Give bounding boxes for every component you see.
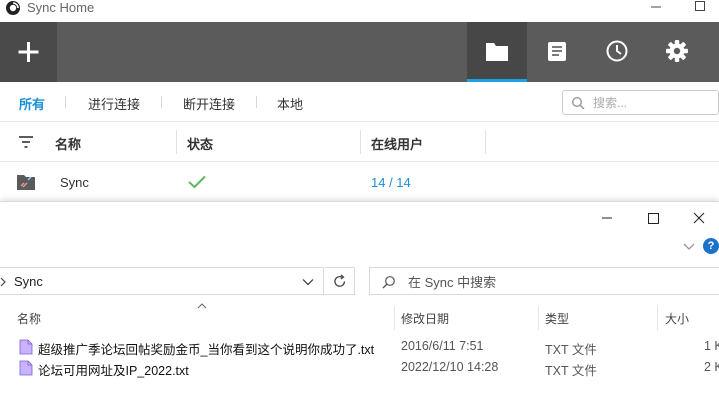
gear-icon — [666, 40, 688, 62]
column-divider[interactable] — [538, 306, 539, 330]
file-row[interactable]: 论坛可用网址及IP_2022.txt 2022/12/10 14:28 TXT … — [0, 358, 719, 378]
sync-titlebar: Sync Home — [0, 0, 719, 22]
sync-search-box[interactable] — [562, 90, 719, 115]
column-name[interactable]: 名称 — [55, 134, 81, 153]
tab-settings[interactable] — [647, 22, 707, 82]
table-row[interactable]: Sync 14 / 14 — [0, 163, 719, 201]
file-size: 1 K — [704, 339, 719, 353]
explorer-search-input[interactable] — [408, 273, 708, 291]
file-row[interactable]: 超级推广季论坛回帖奖励金币_当你看到这个说明你成功了.txt 2016/6/11… — [0, 337, 719, 357]
minimize-button[interactable] — [584, 202, 630, 233]
chevron-right-icon — [0, 277, 6, 287]
divider — [65, 96, 66, 108]
sync-logo-icon — [6, 1, 20, 15]
column-divider[interactable] — [657, 306, 658, 330]
sync-folder-icon — [17, 175, 35, 190]
help-icon[interactable]: ? — [703, 238, 719, 254]
filter-icon[interactable] — [18, 135, 34, 149]
file-modified: 2016/6/11 7:51 — [401, 339, 484, 353]
clock-icon — [606, 40, 628, 62]
filter-connected[interactable]: 进行连接 — [88, 94, 140, 113]
text-file-icon — [19, 360, 33, 376]
column-name[interactable]: 名称 — [17, 310, 41, 327]
column-divider — [360, 130, 361, 154]
file-name: 超级推广季论坛回帖奖励金币_当你看到这个说明你成功了.txt — [38, 343, 375, 357]
file-size: 2 K — [704, 360, 719, 374]
tab-folders[interactable] — [467, 22, 527, 82]
text-file-icon — [19, 339, 33, 355]
column-size[interactable]: 大小 — [665, 310, 689, 327]
sync-search-input[interactable] — [593, 94, 713, 112]
minimize-icon[interactable] — [646, 0, 666, 14]
maximize-icon[interactable] — [690, 0, 710, 14]
online-users-count[interactable]: 14 / 14 — [371, 175, 411, 190]
explorer-window: ? Sync 名称 修改日期 类型 大小 超级推广季论坛回 — [0, 201, 719, 404]
plus-icon — [18, 42, 39, 62]
refresh-icon — [334, 274, 346, 287]
sort-ascending-icon — [197, 303, 207, 309]
filter-disconnected[interactable]: 断开连接 — [183, 94, 235, 113]
close-icon — [693, 212, 705, 224]
column-type[interactable]: 类型 — [545, 310, 569, 327]
document-icon — [548, 42, 566, 61]
sync-toolbar — [0, 22, 719, 82]
search-icon — [571, 96, 585, 110]
window-title: Sync Home — [27, 0, 95, 15]
file-type: TXT 文件 — [545, 364, 597, 378]
maximize-button[interactable] — [630, 202, 676, 233]
column-modified[interactable]: 修改日期 — [401, 310, 449, 327]
tab-recent[interactable] — [587, 22, 647, 82]
filter-local[interactable]: 本地 — [277, 94, 303, 113]
address-path: Sync — [14, 274, 43, 289]
filter-all[interactable]: 所有 — [19, 94, 45, 113]
address-bar[interactable]: Sync — [0, 267, 324, 295]
file-modified: 2022/12/10 14:28 — [401, 360, 499, 374]
add-folder-button[interactable] — [0, 22, 57, 82]
sync-window: Sync Home 所有 进行连接 断开连接 本地 搜索... 名称 状态 在线… — [0, 0, 719, 205]
divider — [256, 96, 257, 108]
address-dropdown-icon[interactable] — [302, 278, 314, 286]
maximize-icon — [648, 213, 659, 224]
column-status[interactable]: 状态 — [187, 134, 213, 153]
chevron-down-icon[interactable] — [682, 242, 696, 252]
refresh-button[interactable] — [325, 267, 355, 295]
file-name: 论坛可用网址及IP_2022.txt — [38, 364, 189, 378]
folder-icon — [486, 43, 508, 61]
search-icon — [382, 276, 395, 289]
column-online-users[interactable]: 在线用户 — [371, 134, 423, 153]
tab-history[interactable] — [527, 22, 587, 82]
divider — [161, 96, 162, 108]
column-divider — [176, 130, 177, 154]
folder-name: Sync — [60, 175, 89, 190]
close-button[interactable] — [676, 202, 719, 233]
explorer-search-box[interactable] — [369, 267, 719, 295]
minimize-icon — [602, 217, 612, 219]
check-icon — [188, 175, 206, 189]
file-type: TXT 文件 — [545, 343, 597, 357]
column-divider[interactable] — [394, 306, 395, 330]
column-divider — [485, 130, 486, 154]
table-header: 名称 状态 在线用户 — [0, 122, 719, 162]
